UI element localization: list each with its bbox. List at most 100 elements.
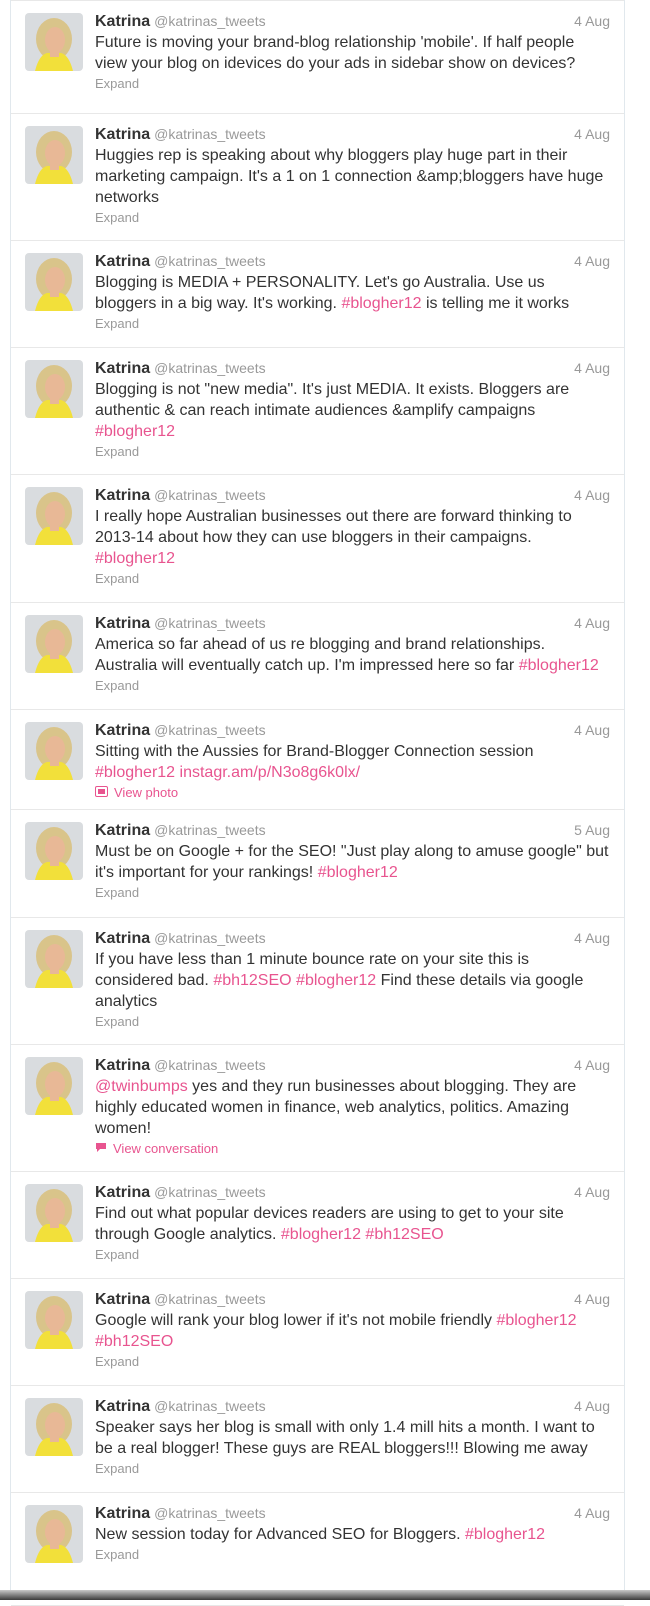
author-handle[interactable]: @katrinas_tweets — [154, 615, 265, 631]
expand-link[interactable]: Expand — [95, 678, 139, 693]
author-handle[interactable]: @katrinas_tweets — [154, 930, 265, 946]
author-handle[interactable]: @katrinas_tweets — [154, 722, 265, 738]
expand-link[interactable]: Expand — [95, 1461, 139, 1476]
hashtag-link[interactable]: #blogher12 — [95, 550, 175, 567]
tweet-item[interactable]: Katrina @katrinas_tweets 4 Aug @twinbumps y… — [11, 1045, 624, 1172]
tweet-header: Katrina @katrinas_tweets 4 Aug — [95, 123, 610, 145]
avatar[interactable] — [25, 822, 83, 880]
author-handle[interactable]: @katrinas_tweets — [154, 1184, 265, 1200]
hashtag-link[interactable]: #blogher12 — [341, 295, 421, 312]
tweet-timestamp[interactable]: 4 Aug — [574, 1054, 610, 1076]
avatar[interactable] — [25, 1184, 83, 1242]
hashtag-link[interactable]: #blogher12 — [465, 1526, 545, 1543]
avatar[interactable] — [25, 253, 83, 311]
author-name[interactable]: Katrina — [95, 253, 150, 270]
tweet-item[interactable]: Katrina @katrinas_tweets 4 Aug Future is mo… — [11, 0, 624, 114]
author-name[interactable]: Katrina — [95, 1505, 150, 1522]
tweet-timestamp[interactable]: 4 Aug — [574, 1181, 610, 1203]
avatar[interactable] — [25, 1398, 83, 1456]
hashtag-link[interactable]: #blogher12 — [519, 657, 599, 674]
tweet-timestamp[interactable]: 4 Aug — [574, 10, 610, 32]
tweet-item[interactable]: Katrina @katrinas_tweets 4 Aug Sitting with… — [11, 710, 624, 810]
url-link[interactable]: instagr.am/p/N3o8g6k0lx/ — [180, 764, 361, 781]
author-handle[interactable]: @katrinas_tweets — [154, 13, 265, 29]
avatar[interactable] — [25, 615, 83, 673]
avatar[interactable] — [25, 1057, 83, 1115]
view-photo-link[interactable]: View photo — [95, 783, 178, 803]
avatar[interactable] — [25, 1291, 83, 1349]
expand-link[interactable]: Expand — [95, 210, 139, 225]
author-name[interactable]: Katrina — [95, 487, 150, 504]
expand-link[interactable]: Expand — [95, 571, 139, 586]
hashtag-link[interactable]: #blogher12 — [95, 423, 175, 440]
author-name[interactable]: Katrina — [95, 1398, 150, 1415]
tweet-timestamp[interactable]: 4 Aug — [574, 357, 610, 379]
author-name[interactable]: Katrina — [95, 615, 150, 632]
avatar[interactable] — [25, 930, 83, 988]
avatar[interactable] — [25, 722, 83, 780]
tweet-item[interactable]: Katrina @katrinas_tweets 4 Aug Blogging is … — [11, 348, 624, 475]
tweet-timestamp[interactable]: 5 Aug — [574, 819, 610, 841]
tweet-item[interactable]: Katrina @katrinas_tweets 4 Aug Blogging is … — [11, 241, 624, 348]
hashtag-link[interactable]: #bh12SEO — [365, 1226, 443, 1243]
avatar[interactable] — [25, 126, 83, 184]
avatar[interactable] — [25, 487, 83, 545]
hashtag-link[interactable]: #blogher12 — [281, 1226, 361, 1243]
author-handle[interactable]: @katrinas_tweets — [154, 126, 265, 142]
expand-link[interactable]: Expand — [95, 885, 139, 900]
tweet-timestamp[interactable]: 4 Aug — [574, 250, 610, 272]
expand-link[interactable]: Expand — [95, 1547, 139, 1562]
view-conversation-link[interactable]: View conversation — [95, 1139, 218, 1159]
tweet-timestamp[interactable]: 4 Aug — [574, 123, 610, 145]
tweet-timestamp[interactable]: 4 Aug — [574, 484, 610, 506]
tweet-timestamp[interactable]: 4 Aug — [574, 1502, 610, 1524]
author-handle[interactable]: @katrinas_tweets — [154, 360, 265, 376]
tweet-timestamp[interactable]: 4 Aug — [574, 1288, 610, 1310]
author-name[interactable]: Katrina — [95, 1057, 150, 1074]
hashtag-link[interactable]: #blogher12 — [318, 864, 398, 881]
tweet-item[interactable]: Katrina @katrinas_tweets 4 Aug Speaker says… — [11, 1386, 624, 1493]
avatar[interactable] — [25, 360, 83, 418]
author-handle[interactable]: @katrinas_tweets — [154, 1057, 265, 1073]
expand-link[interactable]: Expand — [95, 316, 139, 331]
author-handle[interactable]: @katrinas_tweets — [154, 253, 265, 269]
author-name[interactable]: Katrina — [95, 722, 150, 739]
tweet-item[interactable]: Katrina @katrinas_tweets 4 Aug Huggies rep … — [11, 114, 624, 241]
action-label: View conversation — [113, 1141, 219, 1156]
tweet-timestamp[interactable]: 4 Aug — [574, 612, 610, 634]
tweet-timestamp[interactable]: 4 Aug — [574, 719, 610, 741]
avatar[interactable] — [25, 1505, 83, 1563]
author-handle[interactable]: @katrinas_tweets — [154, 822, 265, 838]
expand-link[interactable]: Expand — [95, 76, 139, 91]
expand-link[interactable]: Expand — [95, 1014, 139, 1029]
hashtag-link[interactable]: #blogher12 — [95, 764, 175, 781]
hashtag-link[interactable]: #bh12SEO — [213, 972, 291, 989]
tweet-item[interactable]: Katrina @katrinas_tweets 4 Aug Find out wha… — [11, 1172, 624, 1279]
expand-link[interactable]: Expand — [95, 1354, 139, 1369]
expand-link[interactable]: Expand — [95, 444, 139, 459]
hashtag-link[interactable]: #blogher12 — [296, 972, 376, 989]
hashtag-link[interactable]: #bh12SEO — [95, 1333, 173, 1350]
tweet-item[interactable]: Katrina @katrinas_tweets 5 Aug Must be on G… — [11, 810, 624, 918]
expand-link[interactable]: Expand — [95, 1247, 139, 1262]
tweet-timestamp[interactable]: 4 Aug — [574, 1395, 610, 1417]
author-name[interactable]: Katrina — [95, 1184, 150, 1201]
tweet-item[interactable]: Katrina @katrinas_tweets 4 Aug If you have … — [11, 918, 624, 1045]
tweet-item[interactable]: Katrina @katrinas_tweets 4 Aug Google will … — [11, 1279, 624, 1386]
hashtag-link[interactable]: #blogher12 — [496, 1312, 576, 1329]
author-handle[interactable]: @katrinas_tweets — [154, 1291, 265, 1307]
author-name[interactable]: Katrina — [95, 822, 150, 839]
mention-link[interactable]: @twinbumps — [95, 1078, 188, 1095]
avatar[interactable] — [25, 13, 83, 71]
author-handle[interactable]: @katrinas_tweets — [154, 487, 265, 503]
tweet-timestamp[interactable]: 4 Aug — [574, 927, 610, 949]
author-name[interactable]: Katrina — [95, 13, 150, 30]
tweet-item[interactable]: Katrina @katrinas_tweets 4 Aug America so f… — [11, 603, 624, 710]
author-name[interactable]: Katrina — [95, 360, 150, 377]
author-handle[interactable]: @katrinas_tweets — [154, 1398, 265, 1414]
tweet-item[interactable]: Katrina @katrinas_tweets 4 Aug I really hop… — [11, 475, 624, 603]
author-name[interactable]: Katrina — [95, 1291, 150, 1308]
author-name[interactable]: Katrina — [95, 930, 150, 947]
author-name[interactable]: Katrina — [95, 126, 150, 143]
author-handle[interactable]: @katrinas_tweets — [154, 1505, 265, 1521]
